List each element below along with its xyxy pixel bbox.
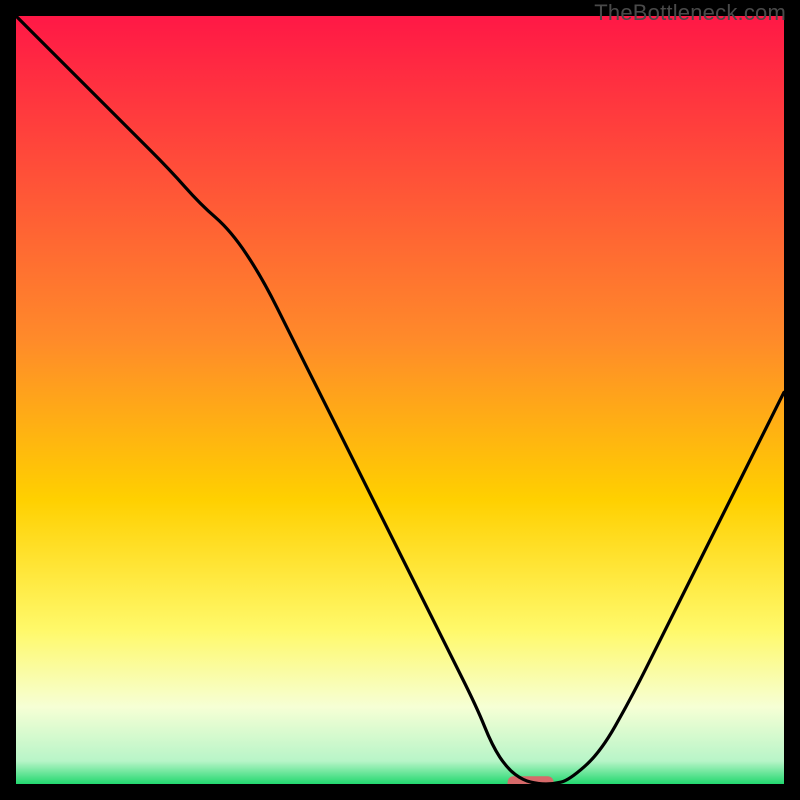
chart-svg (16, 16, 784, 784)
chart-frame: TheBottleneck.com (0, 0, 800, 800)
watermark-text: TheBottleneck.com (594, 0, 786, 26)
plot-area (16, 16, 784, 784)
